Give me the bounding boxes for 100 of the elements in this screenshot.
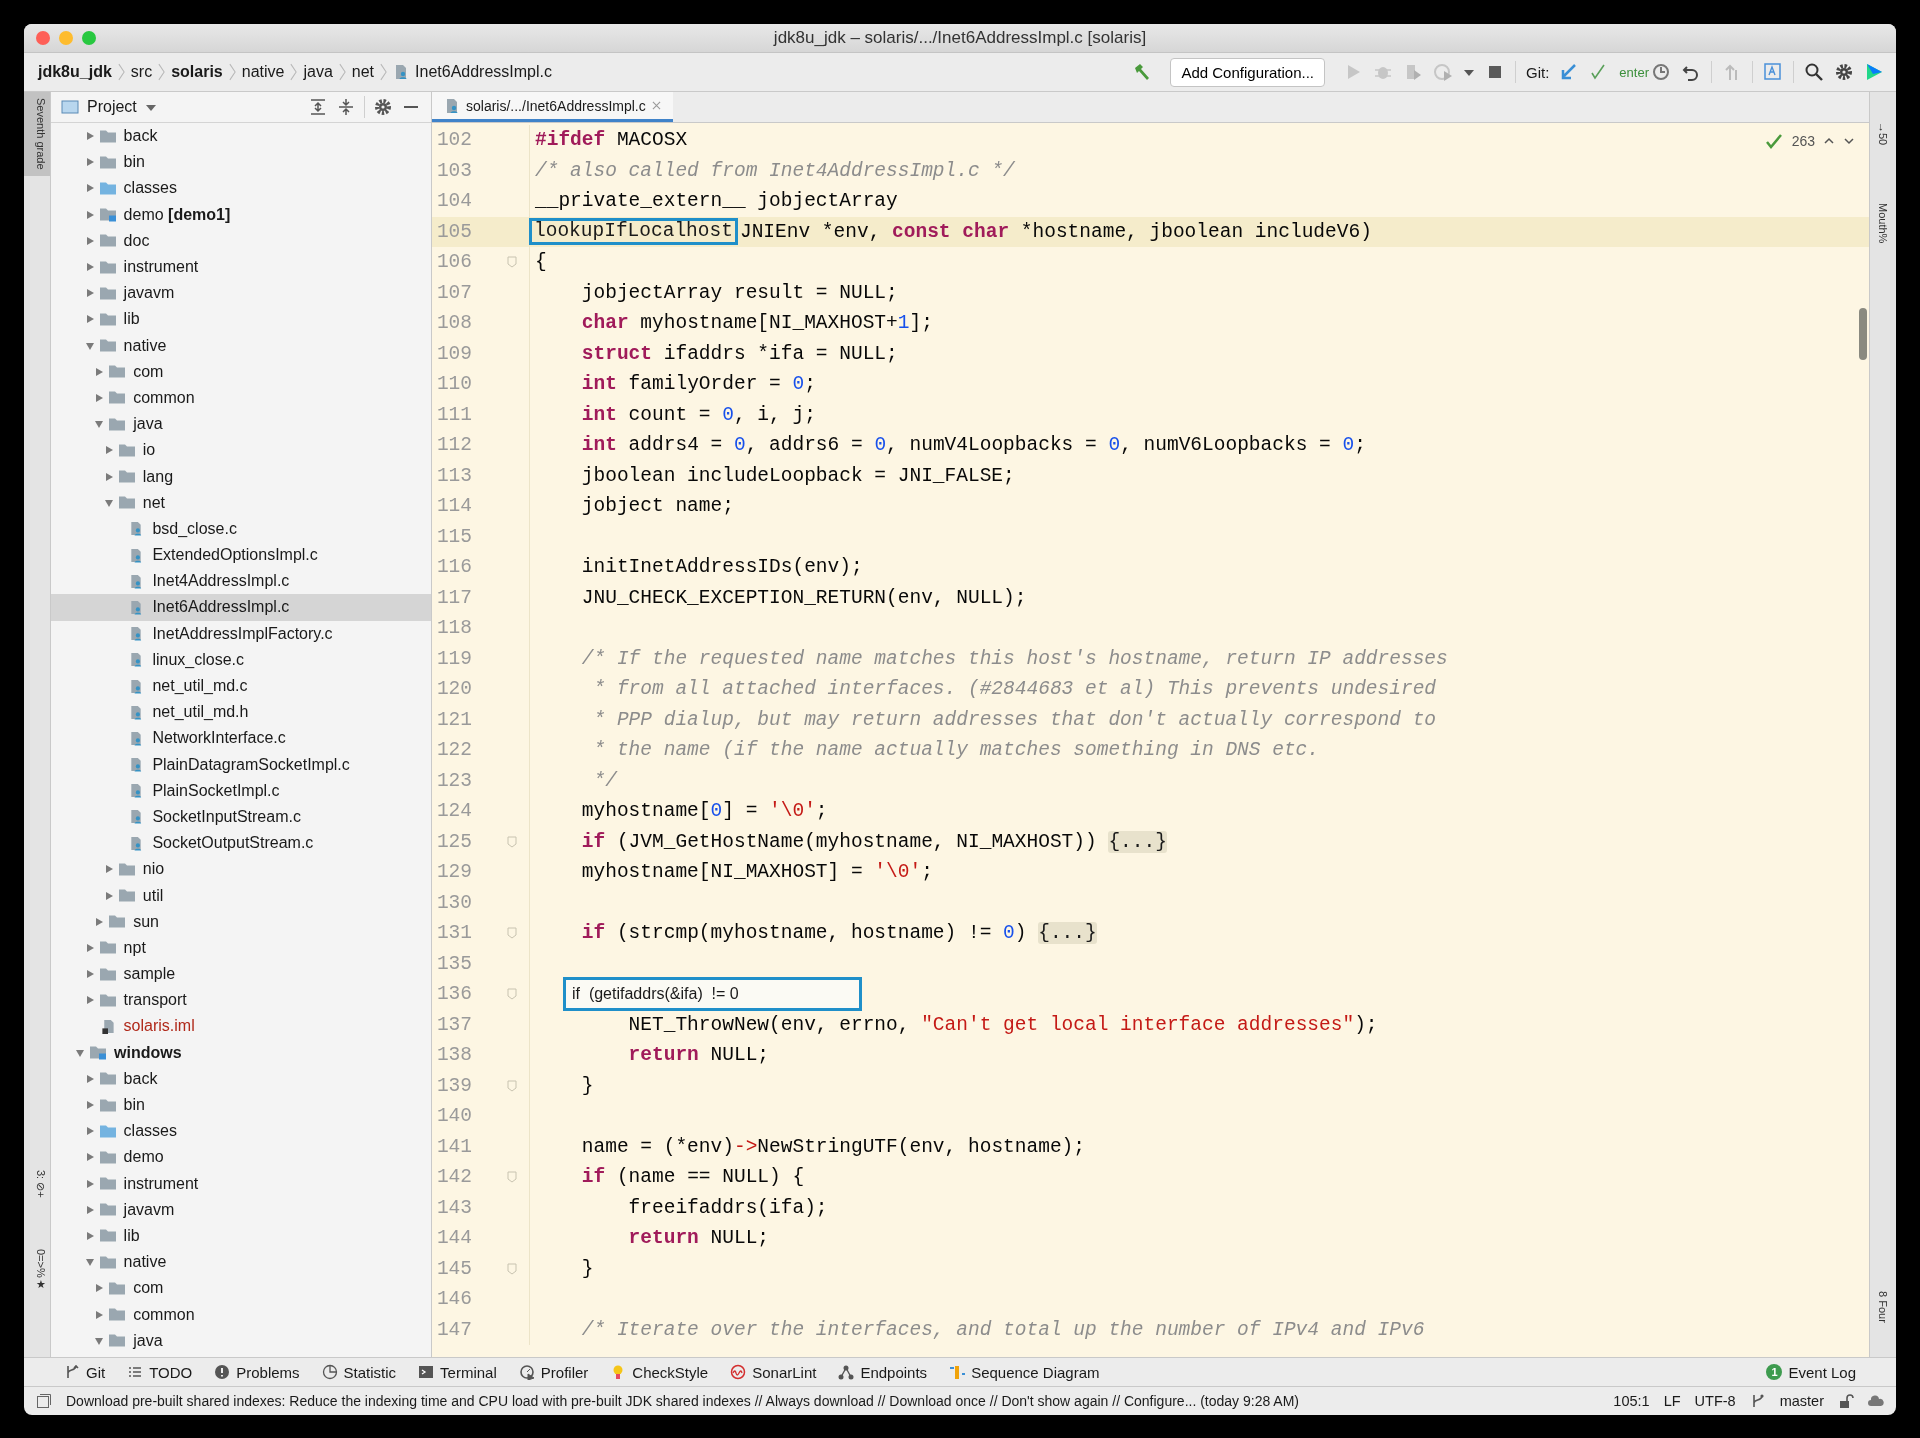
settings-icon[interactable] [373, 97, 393, 117]
disclosure-icon[interactable] [84, 1257, 95, 1268]
tree-item[interactable]: io [51, 437, 431, 464]
tree-item[interactable]: sample [51, 961, 431, 988]
tree-item[interactable]: linux_close.c [51, 646, 431, 673]
disclosure-icon[interactable] [94, 1283, 105, 1294]
close-icon[interactable] [651, 101, 661, 110]
tree-item[interactable]: transport [51, 987, 431, 1014]
down-icon[interactable] [1843, 135, 1855, 147]
disclosure-icon[interactable] [103, 497, 114, 508]
disclosure-icon[interactable] [84, 1152, 95, 1163]
line-separator[interactable]: LF [1663, 1393, 1681, 1409]
tool-window-button[interactable]: Git [64, 1363, 106, 1381]
tool-window-button[interactable]: Endpoints [838, 1363, 928, 1381]
collapse-all-icon[interactable] [336, 97, 356, 117]
caret-position[interactable]: 105:1 [1613, 1393, 1650, 1409]
translate-icon[interactable] [1763, 62, 1783, 82]
disclosure-icon[interactable] [75, 1047, 85, 1058]
tree-item[interactable]: ExtendedOptionsImpl.c [51, 542, 431, 569]
tree-item[interactable]: bin [51, 1091, 431, 1119]
tree-item[interactable]: java [51, 411, 431, 438]
breadcrumb[interactable]: Inet6AddressImpl.c [415, 63, 552, 81]
disclosure-icon[interactable] [84, 262, 95, 273]
tree-item[interactable]: lib [51, 306, 431, 333]
disclosure-icon[interactable] [103, 471, 114, 482]
disclosure-icon[interactable] [84, 1126, 95, 1137]
disclosure-icon[interactable] [103, 445, 114, 456]
tree-item[interactable]: instrument [51, 1170, 431, 1197]
tree-item[interactable]: javavm [51, 280, 431, 307]
clock-icon[interactable] [1651, 62, 1671, 82]
tree-item[interactable]: javavm [51, 1196, 431, 1223]
tree-item[interactable]: Inet4AddressImpl.c [51, 568, 431, 595]
side-tab[interactable]: →50 [1877, 118, 1889, 150]
fold-marker-icon[interactable] [507, 835, 517, 848]
disclosure-icon[interactable] [84, 340, 95, 351]
tree-item[interactable]: bsd_close.c [51, 515, 431, 542]
disclosure-icon[interactable] [94, 1309, 105, 1320]
side-tab[interactable]: Seventh grade [24, 92, 50, 176]
tree-item[interactable]: classes [51, 175, 431, 202]
tree-item[interactable]: bin [51, 149, 431, 176]
tree-item[interactable]: java [51, 1327, 431, 1354]
tree-item[interactable]: com [51, 358, 431, 385]
tool-window-button[interactable]: CheckStyle [610, 1363, 709, 1381]
fold-marker-icon[interactable] [507, 256, 517, 269]
tree-item[interactable]: npt [51, 934, 431, 961]
git-branch[interactable]: master [1779, 1393, 1824, 1409]
breadcrumb[interactable]: jdk8u_jdk [38, 63, 112, 81]
breadcrumb[interactable]: java [303, 63, 333, 81]
tool-window-button[interactable]: SonarLint [730, 1363, 817, 1381]
search-icon[interactable] [1804, 62, 1824, 82]
tool-window-button[interactable]: Sequence Diagram [949, 1363, 1100, 1381]
fold-marker-icon[interactable] [507, 927, 517, 940]
tree-item[interactable]: InetAddressImplFactory.c [51, 620, 431, 647]
disclosure-icon[interactable] [84, 1230, 95, 1241]
disclosure-icon[interactable] [94, 366, 105, 377]
close-button[interactable] [36, 31, 50, 45]
disclosure-icon[interactable] [94, 916, 105, 927]
disclosure-icon[interactable] [94, 1335, 105, 1346]
tree-item[interactable]: demo [demo1] [51, 201, 431, 228]
tree-item[interactable]: nio [51, 856, 431, 883]
tree-item[interactable]: doc [51, 227, 431, 254]
side-tab[interactable]: Mouth% [1877, 199, 1889, 248]
disclosure-icon[interactable] [103, 864, 114, 875]
disclosure-icon[interactable] [84, 131, 95, 142]
fold-marker-icon[interactable] [507, 1079, 517, 1092]
disclosure-icon[interactable] [94, 392, 105, 403]
fold-marker-icon[interactable] [507, 1262, 517, 1275]
tree-item[interactable]: lib [51, 1222, 431, 1250]
tree-item[interactable]: net_util_md.c [51, 672, 431, 700]
file-encoding[interactable]: UTF-8 [1694, 1393, 1736, 1409]
event-log-button[interactable]: 1 Event Log [1766, 1363, 1856, 1381]
disclosure-icon[interactable] [84, 1204, 95, 1215]
panel-toggle-icon[interactable] [36, 1393, 52, 1409]
tree-item[interactable]: back [51, 123, 431, 150]
fold-marker-icon[interactable] [507, 1171, 517, 1184]
git-history-text[interactable]: enter [1619, 64, 1649, 80]
scrollbar-thumb[interactable] [1859, 308, 1867, 360]
logo-icon[interactable] [1864, 62, 1884, 82]
fold-marker-icon[interactable] [507, 988, 517, 1001]
tree-item[interactable]: SocketInputStream.c [51, 803, 431, 831]
tree-item[interactable]: windows [51, 1039, 431, 1066]
tool-window-button[interactable]: Terminal [418, 1363, 497, 1381]
tree-item[interactable]: SocketOutputStream.c [51, 830, 431, 857]
folded-code[interactable]: {...} [1108, 830, 1167, 853]
tree-item[interactable]: classes [51, 1118, 431, 1145]
tree-item[interactable]: Inet6AddressImpl.c [51, 594, 431, 621]
breadcrumb[interactable]: net [351, 63, 375, 81]
status-message[interactable]: Download pre-built shared indexes: Reduce the indexing time and CPU load with pre-built JDK shared indexes // Always download // Download once // Don't show again // Configure... (today 9:28 AM) [66, 1393, 1300, 1409]
inline-hint-popup[interactable]: if (getifaddrs(&ifa) != 0 [563, 977, 862, 1012]
settings-icon[interactable] [1834, 62, 1854, 82]
panel-title[interactable]: Project [87, 98, 137, 116]
add-configuration-button[interactable]: Add Configuration... [1170, 57, 1325, 87]
tree-item[interactable]: native [51, 332, 431, 359]
disclosure-icon[interactable] [84, 288, 95, 299]
tree-item[interactable]: net [51, 489, 431, 516]
tree-item[interactable]: PlainSocketImpl.c [51, 777, 431, 804]
tool-window-button[interactable]: TODO [127, 1363, 193, 1381]
folded-code[interactable]: {...} [1038, 922, 1097, 945]
cloud-icon[interactable] [1868, 1393, 1884, 1409]
breadcrumb[interactable]: native [241, 63, 285, 81]
